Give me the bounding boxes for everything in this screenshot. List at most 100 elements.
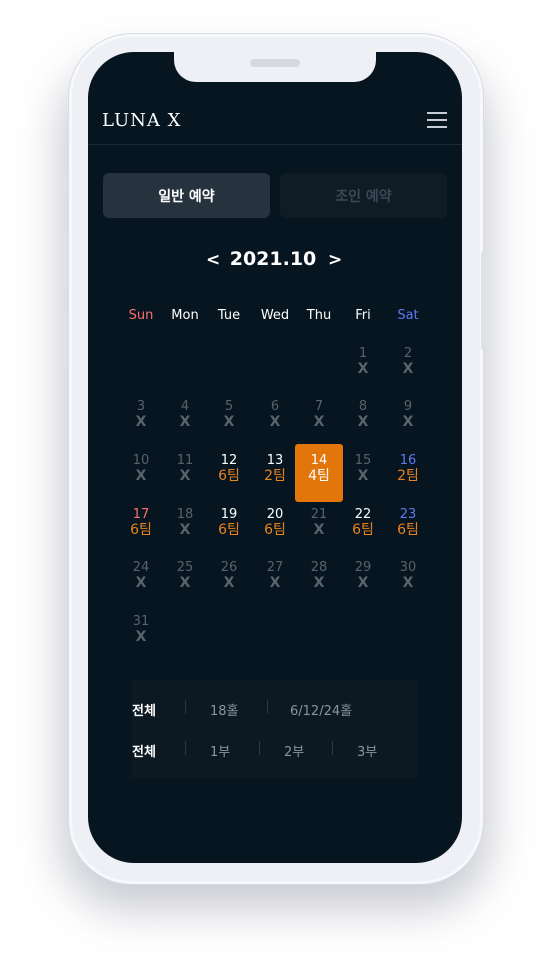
day-unavailable-mark: X — [135, 414, 147, 430]
calendar-day[interactable]: 22 6팀 — [341, 507, 385, 538]
day-unavailable-mark: X — [313, 522, 325, 538]
day-number: 28 — [310, 560, 328, 575]
weekday-label: Fri — [355, 308, 371, 323]
speaker-grille — [250, 59, 300, 67]
day-team-count: 6팀 — [397, 522, 419, 538]
calendar-day[interactable]: 31 X — [119, 614, 163, 645]
filter-divider — [259, 741, 260, 755]
day-unavailable-mark: X — [357, 575, 369, 591]
phone-volume-down-button — [64, 312, 68, 370]
calendar-day[interactable]: 11 X — [163, 453, 207, 484]
prev-month-button[interactable]: < — [206, 250, 220, 270]
calendar-day[interactable]: 10 X — [119, 453, 163, 484]
day-unavailable-mark: X — [135, 575, 147, 591]
calendar-day[interactable]: 29 X — [341, 560, 385, 591]
day-number: 13 — [266, 453, 284, 468]
calendar-day[interactable]: 26 X — [207, 560, 251, 591]
part-filter-1[interactable]: 1부 — [210, 741, 230, 760]
day-team-count: 4팀 — [308, 468, 330, 484]
day-unavailable-mark: X — [402, 361, 414, 377]
day-unavailable-mark: X — [223, 414, 235, 430]
calendar-day[interactable]: 20 6팀 — [253, 507, 297, 538]
hole-filter-6-12-24[interactable]: 6/12/24홀 — [290, 700, 352, 719]
calendar-day[interactable]: 4X — [163, 399, 207, 430]
calendar-day[interactable]: 21 X — [297, 507, 341, 538]
day-number: 23 — [399, 507, 417, 522]
weekday-label: Thu — [306, 308, 332, 323]
calendar-day[interactable]: 19 6팀 — [207, 507, 251, 538]
day-unavailable-mark: X — [313, 414, 325, 430]
calendar-day[interactable]: 27 X — [253, 560, 297, 591]
day-team-count: 6팀 — [352, 522, 374, 538]
calendar-day[interactable]: 9X — [386, 399, 430, 430]
day-unavailable-mark: X — [357, 361, 369, 377]
phone-side-button — [64, 170, 68, 198]
app-logo[interactable]: LUNA X — [102, 110, 181, 131]
phone-volume-up-button — [64, 232, 68, 290]
day-number: 24 — [132, 560, 150, 575]
weekday-label: Wed — [260, 308, 290, 323]
calendar-day[interactable]: 2X — [386, 346, 430, 377]
day-number: 18 — [176, 507, 194, 522]
day-number: 9 — [403, 399, 413, 414]
day-team-count: 6팀 — [264, 522, 286, 538]
calendar-day[interactable]: 17 6팀 — [119, 507, 163, 538]
calendar-day[interactable]: 25 X — [163, 560, 207, 591]
weekday-label: Sat — [397, 308, 419, 323]
day-number: 10 — [132, 453, 150, 468]
calendar-day[interactable]: 30 X — [386, 560, 430, 591]
day-team-count: 2팀 — [264, 468, 286, 484]
calendar-day[interactable]: 3X — [119, 399, 163, 430]
day-team-count: 6팀 — [218, 468, 240, 484]
day-unavailable-mark: X — [179, 468, 191, 484]
day-unavailable-mark: X — [223, 575, 235, 591]
weekday-label: Tue — [217, 308, 241, 323]
day-unavailable-mark: X — [269, 575, 281, 591]
calendar-day[interactable]: 5X — [207, 399, 251, 430]
next-month-button[interactable]: > — [328, 250, 342, 270]
calendar-day[interactable]: 1X — [341, 346, 385, 377]
calendar-day[interactable]: 18 X — [163, 507, 207, 538]
day-number: 11 — [176, 453, 194, 468]
day-number: 1 — [358, 346, 368, 361]
phone-notch — [174, 52, 376, 82]
part-filter-all[interactable]: 전체 — [132, 741, 156, 760]
day-unavailable-mark: X — [135, 629, 147, 645]
day-unavailable-mark: X — [135, 468, 147, 484]
tab-join-reservation[interactable]: 조인 예약 — [280, 173, 447, 218]
filter-divider — [185, 700, 186, 714]
day-team-count: 6팀 — [130, 522, 152, 538]
day-unavailable-mark: X — [269, 414, 281, 430]
day-number: 21 — [310, 507, 328, 522]
day-unavailable-mark: X — [313, 575, 325, 591]
calendar-day[interactable]: 8X — [341, 399, 385, 430]
weekday-label: Sun — [128, 308, 154, 323]
day-team-count: 2팀 — [397, 468, 419, 484]
part-filter-2[interactable]: 2부 — [284, 741, 304, 760]
day-number: 31 — [132, 614, 150, 629]
day-number: 26 — [220, 560, 238, 575]
day-number: 4 — [180, 399, 190, 414]
hamburger-menu-icon[interactable] — [427, 112, 447, 128]
day-number: 6 — [270, 399, 280, 414]
hole-filter-18[interactable]: 18홀 — [210, 700, 239, 719]
calendar-day[interactable]: 6X — [253, 399, 297, 430]
app-screen: LUNA X 일반 예약 조인 예약 < 2021.10 > Sun Mon Tue… — [88, 52, 462, 863]
calendar-day-selected[interactable]: 14 4팀 — [295, 444, 343, 502]
weekday-label: Mon — [171, 308, 199, 323]
hole-filter-all[interactable]: 전체 — [132, 700, 156, 719]
calendar-day[interactable]: 16 2팀 — [386, 453, 430, 484]
phone-power-button — [481, 252, 485, 350]
day-number: 22 — [354, 507, 372, 522]
calendar-day[interactable]: 23 6팀 — [386, 507, 430, 538]
filter-divider — [267, 700, 268, 714]
calendar-day[interactable]: 13 2팀 — [253, 453, 297, 484]
calendar-day[interactable]: 7X — [297, 399, 341, 430]
calendar-day[interactable]: 12 6팀 — [207, 453, 251, 484]
calendar-day[interactable]: 28 X — [297, 560, 341, 591]
calendar-day[interactable]: 15 X — [341, 453, 385, 484]
tab-general-reservation[interactable]: 일반 예약 — [103, 173, 270, 218]
part-filter-3[interactable]: 3부 — [357, 741, 377, 760]
calendar-day[interactable]: 24 X — [119, 560, 163, 591]
day-number: 25 — [176, 560, 194, 575]
